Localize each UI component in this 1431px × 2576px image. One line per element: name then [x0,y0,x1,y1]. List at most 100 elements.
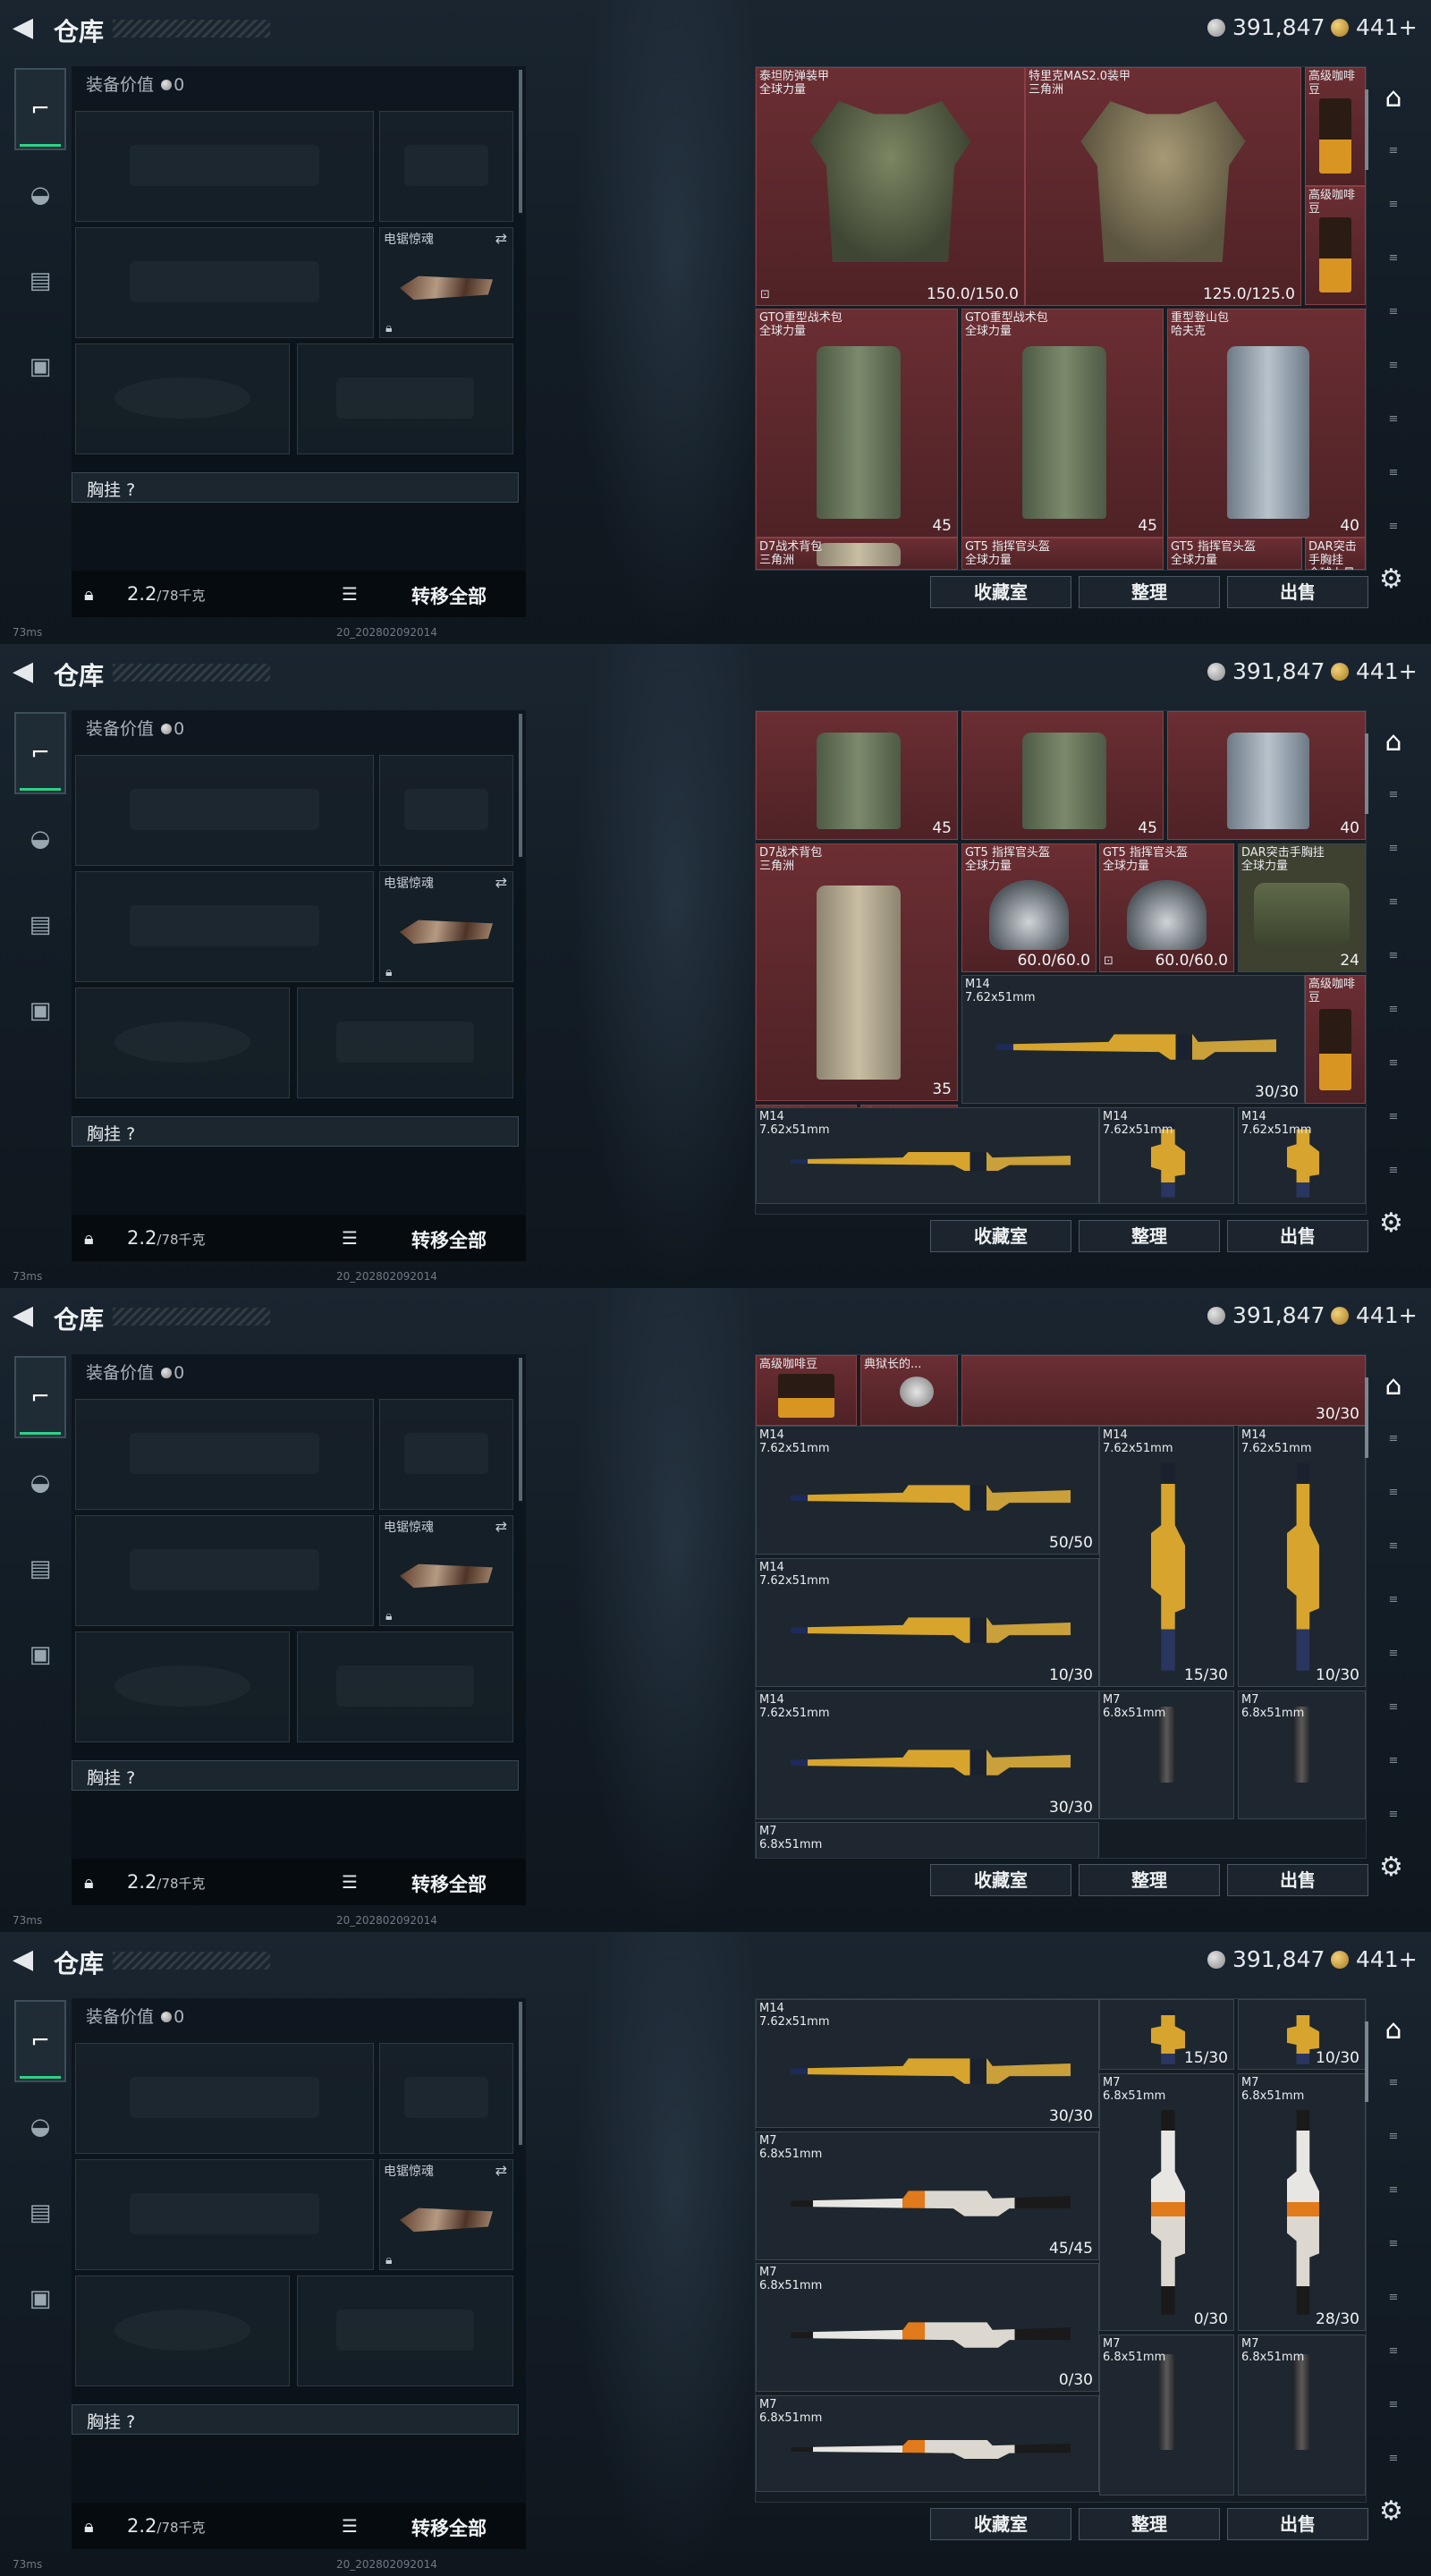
armor-icon[interactable]: ⌂ [1372,75,1415,122]
chevron-left-icon[interactable]: ◀ [13,1946,34,1973]
slot-pistol[interactable] [379,2043,513,2154]
rail-page-icon[interactable]: ≡ [1379,1533,1408,1560]
chevron-left-icon[interactable]: ◀ [13,658,34,685]
sort-button[interactable]: 整理 [1079,1864,1220,1896]
gold-currency[interactable]: 441+ [1331,14,1418,40]
sort-button[interactable]: 整理 [1079,576,1220,608]
rail-page-icon[interactable]: ≡ [1379,1479,1408,1506]
vest-slot[interactable]: 胸挂 ? [72,2404,519,2435]
collection-button[interactable]: 收藏室 [930,2508,1071,2540]
rail-page-icon[interactable]: ≡ [1379,2177,1408,2204]
slot-melee[interactable]: 电锯惊魂 ⇄ 🔒︎ [379,1515,513,1626]
stash-item[interactable]: M7 6.8x51mm 0/30 [1099,2073,1234,2331]
stash-item[interactable]: 45 [961,711,1164,840]
nav-backpack[interactable]: ▤ [14,240,66,322]
slot-armor[interactable] [297,2275,513,2386]
stash-scrollbar[interactable] [1365,733,1368,814]
armor-icon[interactable]: ⌂ [1372,2007,1415,2054]
rail-page-icon[interactable]: ≡ [1379,406,1408,433]
stash-scrollbar[interactable] [1365,2021,1368,2102]
rail-page-icon[interactable]: ≡ [1379,835,1408,862]
lock-icon[interactable]: 🔒︎ [84,1871,100,1893]
stash-item[interactable]: M14 7.62x51mm 15/30 [1099,1426,1234,1687]
sell-button[interactable]: 出售 [1227,1864,1368,1896]
rail-page-icon[interactable]: ≡ [1379,2338,1408,2365]
slot-primary[interactable] [75,111,374,222]
slot-helmet[interactable] [75,343,290,454]
vest-slot[interactable]: 胸挂 ? [72,472,519,503]
nav-armor[interactable]: ◒ [14,1442,66,1524]
loadout-scrollbar[interactable] [519,1358,522,1501]
slot-helmet[interactable] [75,987,290,1098]
stash-item[interactable]: 30/30 [961,1355,1366,1426]
stash-item[interactable]: M14 7.62x51mm 30/30 [756,1690,1099,1819]
rail-page-icon[interactable]: ≡ [1379,943,1408,970]
stash-item[interactable]: 高级咖啡豆 [1305,186,1366,305]
nav-armor[interactable]: ◒ [14,154,66,236]
gold-currency[interactable]: 441+ [1331,1302,1418,1328]
stash-item[interactable]: 特里克MAS2.0装甲 三角洲 125.0/125.0 [1025,67,1301,306]
stash-scrollbar[interactable] [1365,1377,1368,1458]
stash-item[interactable]: M7 6.8x51mm [1238,1690,1366,1819]
loadout-scrollbar[interactable] [519,2002,522,2145]
slot-pistol[interactable] [379,755,513,866]
swap-icon[interactable]: ⇄ [495,230,507,247]
lock-icon[interactable]: 🔒︎ [84,583,100,605]
rail-page-icon[interactable]: ≡ [1379,1050,1408,1077]
rail-page-icon[interactable]: ≡ [1379,2284,1408,2311]
slot-melee[interactable]: 电锯惊魂 ⇄ 🔒︎ [379,871,513,982]
nav-backpack[interactable]: ▤ [14,2172,66,2254]
stash-item[interactable]: 15/30 [1099,1999,1234,2070]
rail-page-icon[interactable]: ≡ [1379,1104,1408,1131]
sell-button[interactable]: 出售 [1227,576,1368,608]
transfer-all-button[interactable]: 转移全部 [411,1226,487,1253]
rail-page-icon[interactable]: ≡ [1379,460,1408,487]
collection-button[interactable]: 收藏室 [930,1864,1071,1896]
stash-item[interactable]: M14 7.62x51mm 30/30 [756,1999,1099,2128]
stash-item[interactable]: GTO重型战术包 全球力量 45 [961,309,1164,538]
stash-item[interactable]: M14 7.62x51mm 10/30 [1238,1426,1366,1687]
rail-page-icon[interactable]: ≡ [1379,1587,1408,1614]
rail-page-icon[interactable]: ≡ [1379,352,1408,379]
rail-page-icon[interactable]: ≡ [1379,513,1408,540]
rail-page-icon[interactable]: ≡ [1379,191,1408,218]
vest-slot[interactable]: 胸挂 ? [72,1760,519,1791]
stash-item[interactable]: M14 7.62x51mm [756,1107,1099,1204]
rail-page-icon[interactable]: ≡ [1379,1748,1408,1775]
list-icon[interactable]: ☰ [342,1871,358,1893]
nav-armor[interactable]: ◒ [14,798,66,880]
stash-item[interactable]: 高级咖啡豆 [756,1355,857,1426]
stash-scrollbar[interactable] [1365,89,1368,170]
loadout-scrollbar[interactable] [519,714,522,857]
stash-item[interactable]: M7 6.8x51mm [756,1822,1099,1858]
list-icon[interactable]: ☰ [342,583,358,605]
swap-icon[interactable]: ⇄ [495,1518,507,1535]
loadout-scrollbar[interactable] [519,70,522,213]
stash-item[interactable]: D7战术背包 三角洲 35 [756,843,958,1101]
armor-icon[interactable]: ⌂ [1372,1363,1415,1410]
rail-page-icon[interactable]: ≡ [1379,2445,1408,2472]
slot-armor[interactable] [297,987,513,1098]
stash-item[interactable]: M14 7.62x51mm 10/30 [756,1558,1099,1687]
gear-icon[interactable]: ⚙ [1379,1208,1403,1239]
lock-icon[interactable]: 🔒︎ [84,2515,100,2537]
nav-case[interactable]: ▣ [14,2258,66,2340]
lock-icon[interactable]: 🔒︎ [84,1227,100,1249]
stash-item[interactable]: M7 6.8x51mm 0/30 [756,2263,1099,2392]
stash-item[interactable]: 泰坦防弹装甲 全球力量 150.0/150.0 ⊡ [756,67,1025,306]
armor-icon[interactable]: ⌂ [1372,719,1415,766]
slot-secondary[interactable] [75,227,374,338]
stash-item[interactable]: GT5 指挥官头盔 全球力量 60.0/60.0 [961,843,1097,972]
slot-secondary[interactable] [75,871,374,982]
collection-button[interactable]: 收藏室 [930,1220,1071,1252]
slot-armor[interactable] [297,1631,513,1742]
rail-page-icon[interactable]: ≡ [1379,1426,1408,1453]
stash-item[interactable]: M14 7.62x51mm 30/30 [961,975,1305,1104]
stash-item[interactable]: M14 7.62x51mm 50/50 [756,1426,1099,1555]
rail-page-icon[interactable]: ≡ [1379,245,1408,272]
gear-icon[interactable]: ⚙ [1379,564,1403,595]
gold-currency[interactable]: 441+ [1331,1946,1418,1972]
list-icon[interactable]: ☰ [342,2515,358,2537]
slot-helmet[interactable] [75,1631,290,1742]
stash-item[interactable]: 典狱长的... [860,1355,958,1426]
